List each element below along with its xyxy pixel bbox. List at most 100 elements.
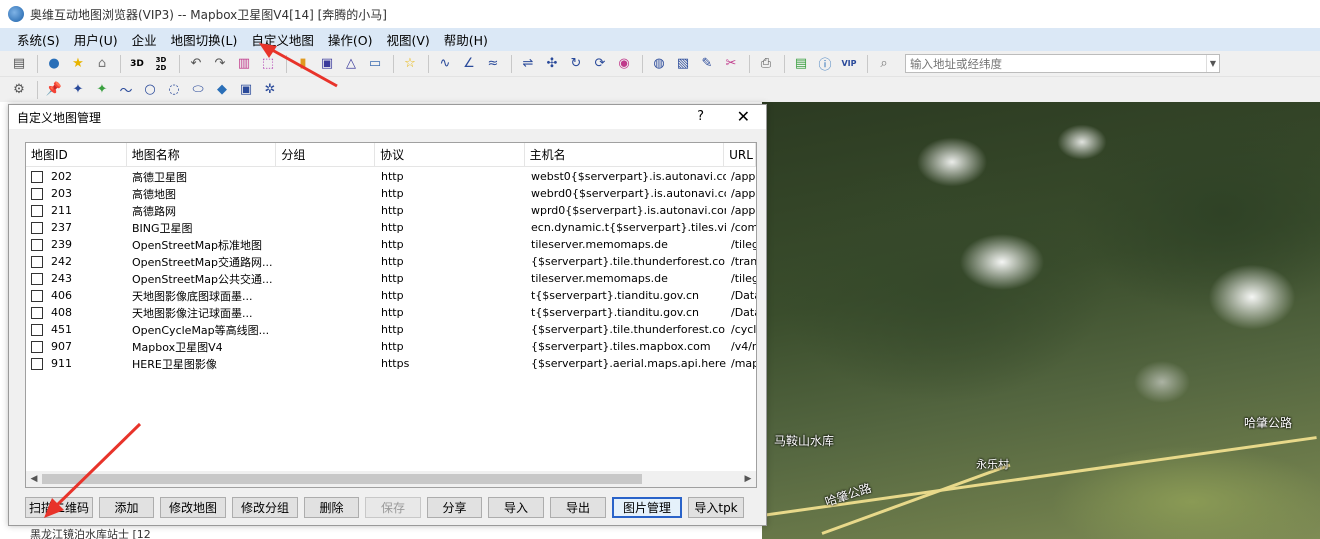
scissors-icon[interactable]: ✂ — [720, 54, 742, 74]
settings-gear-icon[interactable]: ⚙ — [8, 80, 30, 100]
row-checkbox[interactable] — [31, 340, 43, 353]
line-icon[interactable]: 〜 — [115, 80, 137, 100]
share-button[interactable]: 分享 — [427, 497, 482, 518]
delete-icon[interactable]: ▥ — [233, 54, 255, 74]
address-search-input[interactable] — [906, 55, 1206, 72]
row-checkbox[interactable] — [31, 306, 43, 319]
scroll-left-icon[interactable]: ◀ — [26, 471, 42, 487]
row-checkbox[interactable] — [31, 204, 43, 217]
3d-2d-icon[interactable]: 3D 2D — [150, 54, 172, 74]
layer-icon[interactable]: ▣ — [316, 54, 338, 74]
node-edit-icon[interactable]: ✲ — [259, 80, 281, 100]
column-header-map-id[interactable]: 地图ID — [26, 143, 127, 166]
vip-icon[interactable]: VIP — [838, 54, 860, 74]
help-button[interactable]: ? — [697, 109, 704, 124]
table-row[interactable]: 907 Mapbox卫星图V4 http {$serverpart}.tiles.ma… — [26, 338, 756, 355]
menu-help[interactable]: 帮助(H) — [437, 30, 495, 49]
ruler-icon[interactable]: ▮ — [292, 54, 314, 74]
redo-icon[interactable]: ↷ — [209, 54, 231, 74]
chevron-down-icon[interactable]: ▼ — [1206, 55, 1219, 72]
rectangle-icon[interactable]: ▣ — [235, 80, 257, 100]
arc-icon[interactable]: ◌ — [163, 80, 185, 100]
edit-map-button[interactable]: 修改地图 — [160, 497, 226, 518]
table-row[interactable]: 406 天地图影像底图球面墨... http t{$serverpart}.tiand… — [26, 287, 756, 304]
table-row[interactable]: 408 天地图影像注记球面墨... http t{$serverpart}.tiand… — [26, 304, 756, 321]
delete-button[interactable]: 删除 — [304, 497, 359, 518]
table-row[interactable]: 202 高德卫星图 http webst0{$serverpart}.is.auton… — [26, 168, 756, 185]
horizontal-scrollbar[interactable]: ◀ ▶ — [26, 471, 756, 487]
menu-system[interactable]: 系统(S) — [10, 30, 67, 49]
pin-yellow-icon[interactable]: 📌 — [43, 80, 65, 100]
row-checkbox[interactable] — [31, 357, 43, 370]
favorite-star-icon[interactable]: ★ — [67, 54, 89, 74]
pencil-icon[interactable]: ✎ — [696, 54, 718, 74]
table-row[interactable]: 203 高德地图 http webrd0{$serverpart}.is.autona… — [26, 185, 756, 202]
user-icon[interactable]: ● — [43, 54, 65, 74]
curve-icon[interactable]: ≈ — [482, 54, 504, 74]
scroll-thumb[interactable] — [42, 474, 642, 484]
row-checkbox[interactable] — [31, 289, 43, 302]
edit-group-button[interactable]: 修改分组 — [232, 497, 298, 518]
move-icon[interactable]: ◆ — [211, 80, 233, 100]
info-icon[interactable]: ⓘ — [814, 54, 836, 74]
save-icon[interactable]: ▤ — [8, 54, 30, 74]
circle-icon[interactable]: ○ — [139, 80, 161, 100]
save-button[interactable]: 保存 — [365, 497, 421, 518]
polyline-icon[interactable]: ∿ — [434, 54, 456, 74]
satellite-map[interactable]: 马鞍山水库 永乐村 哈肇公路 哈肇公路 — [762, 102, 1320, 539]
scroll-track[interactable] — [42, 471, 740, 487]
close-icon[interactable]: ✕ — [737, 107, 750, 126]
pin-green-icon[interactable]: ✦ — [91, 80, 113, 100]
ellipse-icon[interactable]: ⬭ — [187, 80, 209, 100]
table-row[interactable]: 243 OpenStreetMap公共交通... http tileserver.me… — [26, 270, 756, 287]
add-button[interactable]: 添加 — [99, 497, 154, 518]
menu-view[interactable]: 视图(V) — [379, 30, 436, 49]
star-marker-icon[interactable]: ☆ — [399, 54, 421, 74]
table-row[interactable]: 242 OpenStreetMap交通路网... http {$serverpart}… — [26, 253, 756, 270]
scroll-right-icon[interactable]: ▶ — [740, 471, 756, 487]
row-checkbox[interactable] — [31, 238, 43, 251]
row-checkbox[interactable] — [31, 255, 43, 268]
refresh-icon[interactable]: ⟳ — [589, 54, 611, 74]
chat-icon[interactable]: ▤ — [790, 54, 812, 74]
track-icon[interactable]: ✣ — [541, 54, 563, 74]
menu-operation[interactable]: 操作(O) — [321, 30, 380, 49]
table-row[interactable]: 237 BING卫星图 http ecn.dynamic.t{$serverpart}… — [26, 219, 756, 236]
map-list-table[interactable]: 地图ID 地图名称 分组 协议 主机名 URL 202 高德卫星图 http webs… — [25, 142, 757, 488]
angle-icon[interactable]: ∠ — [458, 54, 480, 74]
location-icon[interactable]: ◉ — [613, 54, 635, 74]
address-search-box[interactable]: ▼ — [905, 54, 1220, 73]
menu-enterprise[interactable]: 企业 — [125, 30, 164, 49]
rotate-icon[interactable]: ↻ — [565, 54, 587, 74]
row-checkbox[interactable] — [31, 221, 43, 234]
menu-user[interactable]: 用户(U) — [67, 30, 125, 49]
select-box-icon[interactable]: ⬚ — [257, 54, 279, 74]
route-icon[interactable]: ⇌ — [517, 54, 539, 74]
column-header-map-name[interactable]: 地图名称 — [127, 143, 277, 166]
3d-icon[interactable]: 3D — [126, 54, 148, 74]
image-manage-button[interactable]: 图片管理 — [612, 497, 682, 518]
table-row[interactable]: 451 OpenCycleMap等高线图... http {$serverpart}.… — [26, 321, 756, 338]
table-row[interactable]: 911 HERE卫星图影像 https {$serverpart}.aerial.ma… — [26, 355, 756, 372]
video-icon[interactable]: ▭ — [364, 54, 386, 74]
triangle-icon[interactable]: △ — [340, 54, 362, 74]
import-button[interactable]: 导入 — [488, 497, 544, 518]
column-header-protocol[interactable]: 协议 — [375, 143, 525, 166]
globe-icon[interactable]: ◍ — [648, 54, 670, 74]
row-checkbox[interactable] — [31, 170, 43, 183]
import-tpk-button[interactable]: 导入tpk — [688, 497, 744, 518]
menu-custom-map[interactable]: 自定义地图 — [244, 30, 321, 49]
image-icon[interactable]: ▧ — [672, 54, 694, 74]
pin-blue-icon[interactable]: ✦ — [67, 80, 89, 100]
row-checkbox[interactable] — [31, 187, 43, 200]
menu-map-switch[interactable]: 地图切换(L) — [164, 30, 245, 49]
column-header-hostname[interactable]: 主机名 — [525, 143, 725, 166]
scan-qr-button[interactable]: 扫描二维码 — [25, 497, 93, 518]
table-row[interactable]: 239 OpenStreetMap标准地图 http tileserver.memom… — [26, 236, 756, 253]
print-icon[interactable]: ⎙ — [755, 54, 777, 74]
export-button[interactable]: 导出 — [550, 497, 606, 518]
table-row[interactable]: 211 高德路网 http wprd0{$serverpart}.is.autonav… — [26, 202, 756, 219]
column-header-url[interactable]: URL — [724, 143, 756, 166]
undo-icon[interactable]: ↶ — [185, 54, 207, 74]
row-checkbox[interactable] — [31, 323, 43, 336]
